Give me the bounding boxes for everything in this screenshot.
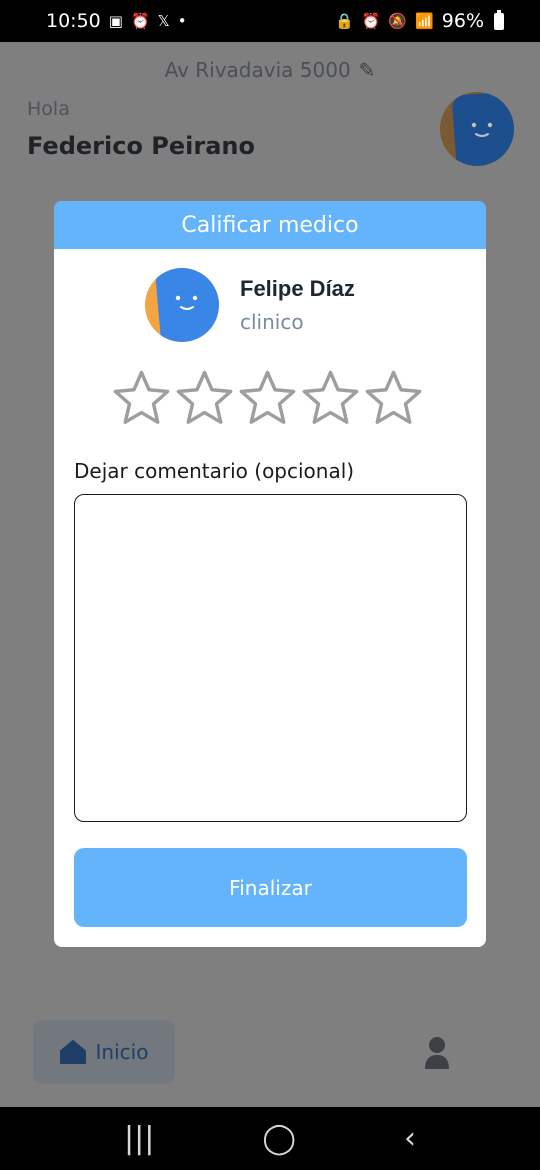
doctor-name: Felipe Díaz	[240, 276, 355, 301]
comment-input[interactable]	[74, 494, 467, 822]
status-left: 10:50 ▣ ⏰ 𝕏 •	[46, 10, 187, 32]
wifi-icon: 📶	[415, 11, 434, 30]
recent-apps-icon[interactable]: |||	[124, 1121, 154, 1156]
dialog-header: Calificar medico	[54, 201, 486, 249]
star-icon-1[interactable]	[112, 367, 171, 429]
address-selector[interactable]: Av Rivadavia 5000 ✎	[0, 58, 540, 82]
star-rating	[112, 367, 423, 429]
battery-icon	[494, 9, 504, 30]
user-name: Federico Peirano	[27, 132, 255, 160]
bottom-nav: Inicio	[0, 1012, 540, 1092]
home-icon	[59, 1040, 86, 1064]
mute-icon: 🔕	[388, 11, 408, 30]
doctor-specialty: clinico	[240, 310, 304, 334]
doctor-avatar	[145, 268, 219, 342]
alarm-icon: ⏰	[130, 11, 150, 30]
home-circle-icon[interactable]: ◯	[262, 1121, 296, 1156]
status-bar: 10:50 ▣ ⏰ 𝕏 • 🔒 ⏰ 🔕 📶 96%	[0, 0, 540, 42]
alarm-icon: ⏰	[361, 11, 381, 30]
avatar-icon	[440, 92, 514, 166]
pencil-icon[interactable]: ✎	[359, 58, 376, 82]
doctor-text: Felipe Díaz clinico	[240, 276, 355, 334]
nav-home-button[interactable]: Inicio	[33, 1020, 175, 1084]
address-text: Av Rivadavia 5000	[164, 58, 351, 82]
dialog-title: Calificar medico	[181, 212, 359, 238]
doctor-info: Felipe Díaz clinico	[144, 267, 355, 343]
comment-label: Dejar comentario (opcional)	[74, 459, 355, 483]
status-time: 10:50	[46, 10, 101, 32]
star-icon-5[interactable]	[364, 367, 423, 429]
finish-button[interactable]: Finalizar	[74, 848, 467, 927]
nav-home-label: Inicio	[95, 1040, 149, 1064]
star-icon-4[interactable]	[301, 367, 360, 429]
rate-doctor-dialog: Calificar medico Felipe Díaz clinico Dej…	[54, 201, 486, 947]
system-nav-bar: ||| ◯ ‹	[0, 1107, 540, 1170]
avatar[interactable]	[440, 92, 514, 166]
star-icon-2[interactable]	[175, 367, 234, 429]
status-right: 🔒 ⏰ 🔕 📶 96%	[335, 9, 504, 32]
x-icon: 𝕏	[157, 11, 170, 30]
star-icon-3[interactable]	[238, 367, 297, 429]
back-icon[interactable]: ‹	[404, 1121, 416, 1156]
greeting: Hola	[27, 98, 70, 120]
profile-icon[interactable]	[422, 1036, 452, 1070]
image-icon: ▣	[108, 11, 123, 30]
dot-icon: •	[177, 11, 187, 30]
lock-icon: 🔒	[335, 11, 354, 30]
battery-text: 96%	[441, 10, 484, 32]
